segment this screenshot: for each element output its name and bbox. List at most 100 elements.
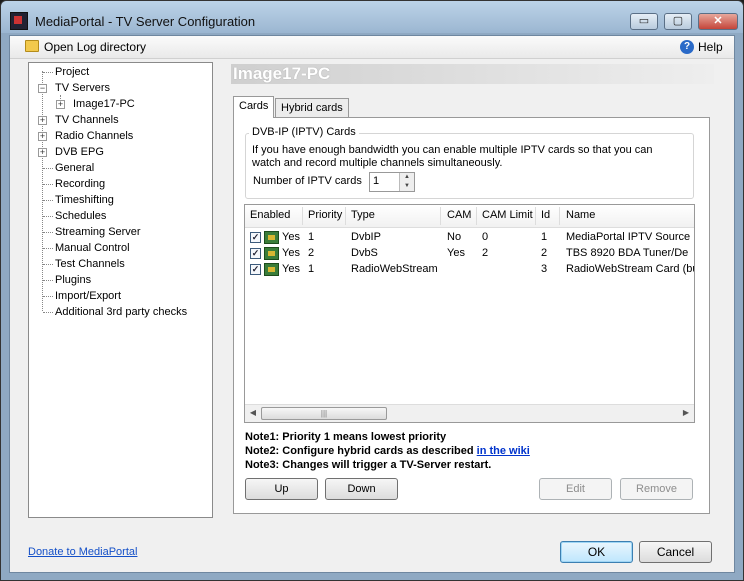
tree-item-radio-channels[interactable]: Radio Channels — [55, 128, 133, 144]
expand-icon[interactable]: + — [38, 132, 47, 141]
tree-item-test-channels[interactable]: Test Channels — [55, 256, 125, 272]
tree-line — [43, 296, 53, 297]
enabled-checkbox[interactable]: ✓ — [250, 232, 261, 243]
cell-cam-limit: 0 — [482, 231, 489, 243]
horizontal-scrollbar[interactable]: ◀ ||| ▶ — [245, 404, 694, 422]
scroll-right-icon[interactable]: ▶ — [680, 408, 692, 419]
iptv-count-stepper[interactable]: 1 ▲ ▼ — [369, 172, 415, 192]
iptv-description: If you have enough bandwidth you can ena… — [252, 144, 653, 169]
column-separator[interactable] — [302, 207, 303, 225]
iptv-count-value[interactable]: 1 — [373, 175, 379, 187]
enabled-checkbox[interactable]: ✓ — [250, 248, 261, 259]
cell-type: DvbIP — [351, 231, 381, 243]
ok-button[interactable]: OK — [560, 541, 633, 563]
cell-cam: No — [447, 231, 462, 243]
tree-item-tv-channels[interactable]: TV Channels — [55, 112, 119, 128]
tree-line — [43, 168, 53, 169]
cell-enabled: Yes — [282, 247, 300, 259]
cell-name: RadioWebStream Card (bu — [566, 263, 694, 275]
open-log-directory-menu[interactable]: Open Log directory — [44, 40, 146, 54]
column-separator[interactable] — [476, 207, 477, 225]
minimize-button[interactable]: ▭ — [630, 13, 658, 30]
spin-up-icon[interactable]: ▲ — [399, 173, 414, 182]
spin-down-icon[interactable]: ▼ — [399, 182, 414, 191]
column-separator[interactable] — [559, 207, 560, 225]
help-menu[interactable]: Help — [698, 40, 723, 54]
maximize-button[interactable]: ▢ — [664, 13, 692, 30]
tree-item-image17-pc[interactable]: Image17-PC — [73, 96, 135, 112]
down-button[interactable]: Down — [325, 478, 398, 500]
column-enabled[interactable]: Enabled — [250, 209, 290, 221]
tree-item-tv-servers[interactable]: TV Servers — [55, 80, 110, 96]
tuner-card-icon — [264, 231, 279, 244]
column-priority[interactable]: Priority — [308, 209, 342, 221]
tree-item-plugins[interactable]: Plugins — [55, 272, 91, 288]
table-row[interactable]: ✓ Yes 1 DvbIP No 0 1 MediaPortal IPTV So… — [245, 230, 694, 246]
expand-icon[interactable]: + — [38, 148, 47, 157]
scrollbar-thumb[interactable]: ||| — [261, 407, 387, 420]
up-button[interactable]: Up — [245, 478, 318, 500]
tree-line — [43, 72, 53, 73]
column-name[interactable]: Name — [566, 209, 595, 221]
tree-item-dvb-epg[interactable]: DVB EPG — [55, 144, 104, 160]
cell-name: TBS 8920 BDA Tuner/De — [566, 247, 689, 259]
tab-hybrid-cards[interactable]: Hybrid cards — [275, 98, 349, 118]
donate-link[interactable]: Donate to MediaPortal — [28, 546, 137, 558]
cards-table[interactable]: Enabled Priority Type CAM CAM Limit Id N… — [244, 204, 695, 423]
tuner-card-icon — [264, 263, 279, 276]
tree-item-timeshifting[interactable]: Timeshifting — [55, 192, 114, 208]
column-type[interactable]: Type — [351, 209, 375, 221]
iptv-group: DVB-IP (IPTV) Cards If you have enough b… — [245, 126, 694, 199]
tree-line — [43, 248, 53, 249]
enabled-checkbox[interactable]: ✓ — [250, 264, 261, 275]
column-cam-limit[interactable]: CAM Limit — [482, 209, 533, 221]
cell-id: 3 — [541, 263, 548, 275]
window-client: Open Log directory ? Help Project − TV S… — [9, 35, 735, 573]
cell-cam: Yes — [447, 247, 465, 259]
column-separator[interactable] — [345, 207, 346, 225]
collapse-icon[interactable]: − — [38, 84, 47, 93]
tree-line — [43, 216, 53, 217]
title-bar[interactable]: MediaPortal - TV Server Configuration ▭ … — [1, 1, 743, 33]
folder-icon[interactable] — [25, 40, 39, 52]
tree-line — [43, 184, 53, 185]
tree-line — [43, 264, 53, 265]
tab-cards[interactable]: Cards — [233, 96, 275, 118]
note2: Note2: Configure hybrid cards as describ… — [245, 445, 530, 457]
tree-line — [42, 71, 43, 311]
column-separator[interactable] — [440, 207, 441, 225]
tree-item-additional-checks[interactable]: Additional 3rd party checks — [55, 304, 187, 320]
cell-priority: 1 — [308, 263, 315, 275]
tree-item-schedules[interactable]: Schedules — [55, 208, 106, 224]
tree-line — [43, 280, 53, 281]
tree-item-general[interactable]: General — [55, 160, 94, 176]
edit-button[interactable]: Edit — [539, 478, 612, 500]
expand-icon[interactable]: + — [38, 116, 47, 125]
table-row[interactable]: ✓ Yes 1 RadioWebStream 3 RadioWebStream … — [245, 262, 694, 278]
iptv-count-label: Number of IPTV cards — [253, 175, 362, 187]
cell-enabled: Yes — [282, 263, 300, 275]
tree-item-project[interactable]: Project — [55, 64, 89, 80]
note2-text: Note2: Configure hybrid cards as describ… — [245, 445, 477, 457]
server-header: Image17-PC — [231, 64, 714, 84]
navigation-tree[interactable]: Project − TV Servers + Image17-PC + TV C… — [28, 62, 213, 518]
close-button[interactable]: ✕ — [698, 13, 738, 30]
tree-item-import-export[interactable]: Import/Export — [55, 288, 121, 304]
cell-name: MediaPortal IPTV Source — [566, 231, 691, 243]
table-row[interactable]: ✓ Yes 2 DvbS Yes 2 2 TBS 8920 BDA Tuner/… — [245, 246, 694, 262]
cards-tab-page: DVB-IP (IPTV) Cards If you have enough b… — [233, 117, 710, 514]
cell-type: DvbS — [351, 247, 378, 259]
remove-button[interactable]: Remove — [620, 478, 693, 500]
help-icon[interactable]: ? — [680, 40, 694, 54]
scroll-left-icon[interactable]: ◀ — [247, 408, 259, 419]
tree-item-recording[interactable]: Recording — [55, 176, 105, 192]
column-separator[interactable] — [535, 207, 536, 225]
wiki-link[interactable]: in the wiki — [477, 445, 530, 457]
cancel-button[interactable]: Cancel — [639, 541, 712, 563]
column-id[interactable]: Id — [541, 209, 550, 221]
tree-item-manual-control[interactable]: Manual Control — [55, 240, 130, 256]
tree-item-streaming-server[interactable]: Streaming Server — [55, 224, 141, 240]
tree-line — [43, 312, 53, 313]
expand-icon[interactable]: + — [56, 100, 65, 109]
column-cam[interactable]: CAM — [447, 209, 471, 221]
